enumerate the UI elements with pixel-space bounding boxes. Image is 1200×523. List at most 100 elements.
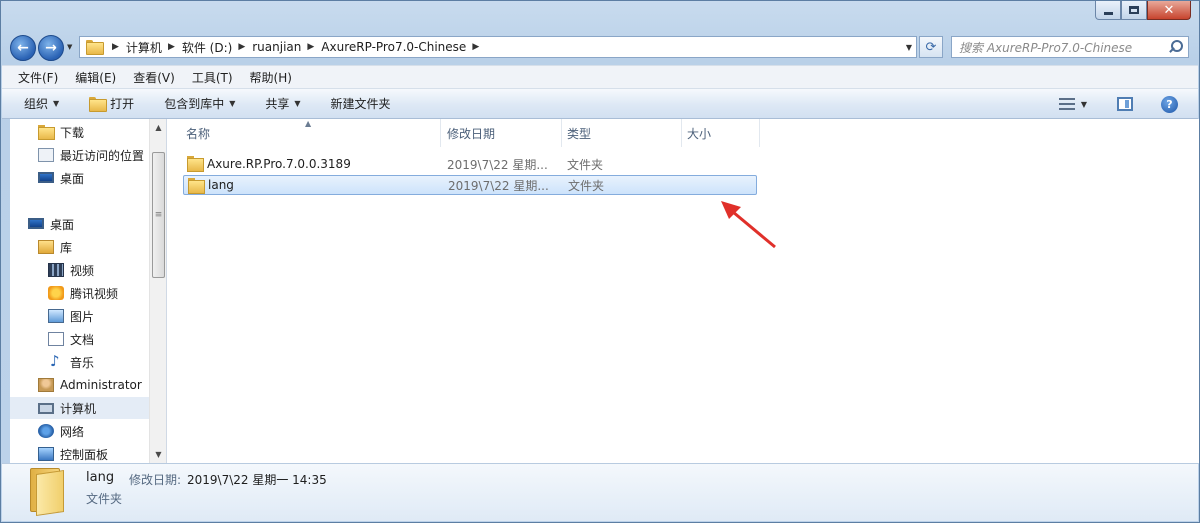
- column-divider[interactable]: [759, 119, 760, 147]
- refresh-button[interactable]: ⟳: [919, 36, 943, 58]
- column-header-name[interactable]: 名称: [186, 119, 440, 147]
- file-date: 2019\7\22 星期...: [447, 157, 548, 172]
- column-divider[interactable]: [440, 119, 441, 147]
- open-folder-icon: [89, 96, 108, 112]
- include-in-library-button[interactable]: 包含到库中 ▼: [164, 95, 235, 112]
- nav-item-control-panel[interactable]: 控制面板: [38, 443, 166, 463]
- column-header-label: 修改日期: [447, 126, 496, 141]
- user-folder-icon: [38, 378, 54, 392]
- column-header-type[interactable]: 类型: [567, 119, 681, 147]
- recent-places-icon: [38, 148, 54, 162]
- nav-item-network[interactable]: 网络: [38, 420, 166, 442]
- video-icon: [48, 263, 64, 277]
- share-button[interactable]: 共享 ▼: [265, 95, 300, 112]
- annotation-arrow-icon: [721, 201, 776, 249]
- breadcrumb-separator-icon[interactable]: ▶: [168, 42, 175, 52]
- nav-item-libraries[interactable]: 库: [38, 236, 166, 258]
- navigation-scrollbar[interactable]: ▲ ≡ ▼: [149, 119, 166, 463]
- nav-item-label: 桌面: [50, 217, 75, 232]
- minimize-icon: [1103, 11, 1113, 15]
- nav-item-desktop-favorite[interactable]: 桌面: [38, 167, 166, 189]
- view-controls: ▼ ?: [1058, 89, 1198, 119]
- include-in-library-label: 包含到库中: [164, 97, 225, 111]
- file-date: 2019\7\22 星期...: [448, 178, 549, 193]
- command-bar: 组织 ▼ 打开 包含到库中 ▼ 共享 ▼ 新建文件夹 ▼ ?: [2, 89, 1198, 119]
- chevron-down-icon: ▼: [294, 99, 301, 108]
- nav-item-computer[interactable]: 计算机: [10, 397, 150, 419]
- nav-item-label: 库: [60, 240, 73, 255]
- caption-buttons: ✕: [1095, 1, 1191, 20]
- file-name: lang: [208, 178, 234, 192]
- column-header-size[interactable]: 大小: [687, 119, 757, 147]
- forward-button[interactable]: →: [38, 35, 64, 61]
- breadcrumb-separator-icon[interactable]: ▶: [307, 42, 314, 52]
- search-icon[interactable]: [1166, 38, 1184, 56]
- maximize-button[interactable]: [1121, 1, 1147, 20]
- column-header-date[interactable]: 修改日期: [447, 119, 561, 147]
- open-button[interactable]: 打开: [89, 95, 134, 112]
- menu-file[interactable]: 文件(F): [18, 69, 58, 86]
- refresh-icon: ⟳: [925, 39, 937, 55]
- address-history-dropdown-icon[interactable]: ▼: [906, 43, 912, 52]
- desktop-icon: [28, 217, 44, 229]
- back-button[interactable]: ←: [10, 35, 36, 61]
- menu-help[interactable]: 帮助(H): [250, 69, 292, 86]
- recent-pages-dropdown-icon[interactable]: ▼: [67, 43, 72, 51]
- folder-icon: [188, 178, 205, 194]
- breadcrumb-separator-icon[interactable]: ▶: [238, 42, 245, 52]
- close-button[interactable]: ✕: [1147, 1, 1191, 20]
- download-folder-icon: [38, 125, 55, 140]
- large-folder-icon: [30, 468, 66, 516]
- minimize-button[interactable]: [1095, 1, 1121, 20]
- search-box[interactable]: 搜索 AxureRP-Pro7.0-Chinese: [951, 36, 1189, 58]
- new-folder-button[interactable]: 新建文件夹: [331, 95, 391, 112]
- music-icon: [48, 352, 64, 370]
- nav-item-label: 视频: [70, 263, 95, 278]
- nav-item-downloads[interactable]: 下载: [38, 121, 166, 143]
- search-input[interactable]: 搜索 AxureRP-Pro7.0-Chinese: [952, 39, 1166, 56]
- chevron-down-icon: ▼: [229, 99, 236, 108]
- nav-item-label: 网络: [60, 424, 85, 439]
- breadcrumb-axure-folder[interactable]: AxureRP-Pro7.0-Chinese: [321, 40, 466, 54]
- column-divider[interactable]: [681, 119, 682, 147]
- help-icon[interactable]: ?: [1161, 95, 1178, 113]
- nav-item-desktop[interactable]: 桌面: [28, 213, 166, 235]
- change-view-icon[interactable]: [1058, 98, 1075, 110]
- nav-item-label: 桌面: [60, 171, 85, 186]
- breadcrumb-drive-d[interactable]: 软件 (D:): [182, 39, 232, 56]
- preview-pane-icon[interactable]: [1117, 97, 1133, 111]
- pictures-icon: [48, 309, 64, 323]
- address-bar[interactable]: ▶ 计算机 ▶ 软件 (D:) ▶ ruanjian ▶ AxureRP-Pro…: [79, 36, 917, 58]
- menu-view[interactable]: 查看(V): [133, 69, 175, 86]
- folder-icon: [187, 156, 204, 172]
- control-panel-icon: [38, 447, 54, 461]
- file-list: ▲ 名称 修改日期 类型 大小 Axure.RP.Pro.7.0.0.3189 …: [167, 119, 1199, 463]
- organize-button[interactable]: 组织 ▼: [24, 95, 59, 112]
- scroll-up-icon[interactable]: ▲: [150, 119, 167, 136]
- nav-item-administrator[interactable]: Administrator: [38, 374, 166, 396]
- back-arrow-icon: ←: [17, 40, 29, 56]
- share-label: 共享: [265, 97, 290, 111]
- nav-item-label: 文档: [70, 332, 95, 347]
- breadcrumb-computer[interactable]: 计算机: [126, 39, 162, 56]
- nav-item-label: 控制面板: [60, 447, 109, 462]
- details-pane: lang 修改日期: 2019\7\22 星期一 14:35 文件夹: [2, 463, 1198, 521]
- view-dropdown-icon[interactable]: ▼: [1081, 100, 1087, 109]
- nav-item-label: 下载: [60, 125, 85, 140]
- scrollbar-thumb[interactable]: ≡: [152, 152, 165, 278]
- desktop-icon: [38, 171, 54, 183]
- nav-item-recent-places[interactable]: 最近访问的位置: [38, 144, 166, 166]
- tencent-video-icon: [48, 286, 64, 300]
- details-date-label: 修改日期:: [129, 473, 182, 487]
- scroll-down-icon[interactable]: ▼: [150, 446, 167, 463]
- menu-tools[interactable]: 工具(T): [192, 69, 233, 86]
- breadcrumb-separator-icon[interactable]: ▶: [472, 42, 479, 52]
- breadcrumb-ruanjian[interactable]: ruanjian: [252, 40, 301, 54]
- table-row[interactable]: Axure.RP.Pro.7.0.0.3189 2019\7\22 星期... …: [183, 154, 757, 174]
- address-folder-icon: [86, 40, 104, 55]
- menu-edit[interactable]: 编辑(E): [75, 69, 116, 86]
- column-divider[interactable]: [561, 119, 562, 147]
- table-row-selected[interactable]: lang 2019\7\22 星期... 文件夹: [183, 175, 757, 195]
- breadcrumb-separator-icon[interactable]: ▶: [112, 42, 119, 52]
- column-header-label: 大小: [687, 126, 712, 141]
